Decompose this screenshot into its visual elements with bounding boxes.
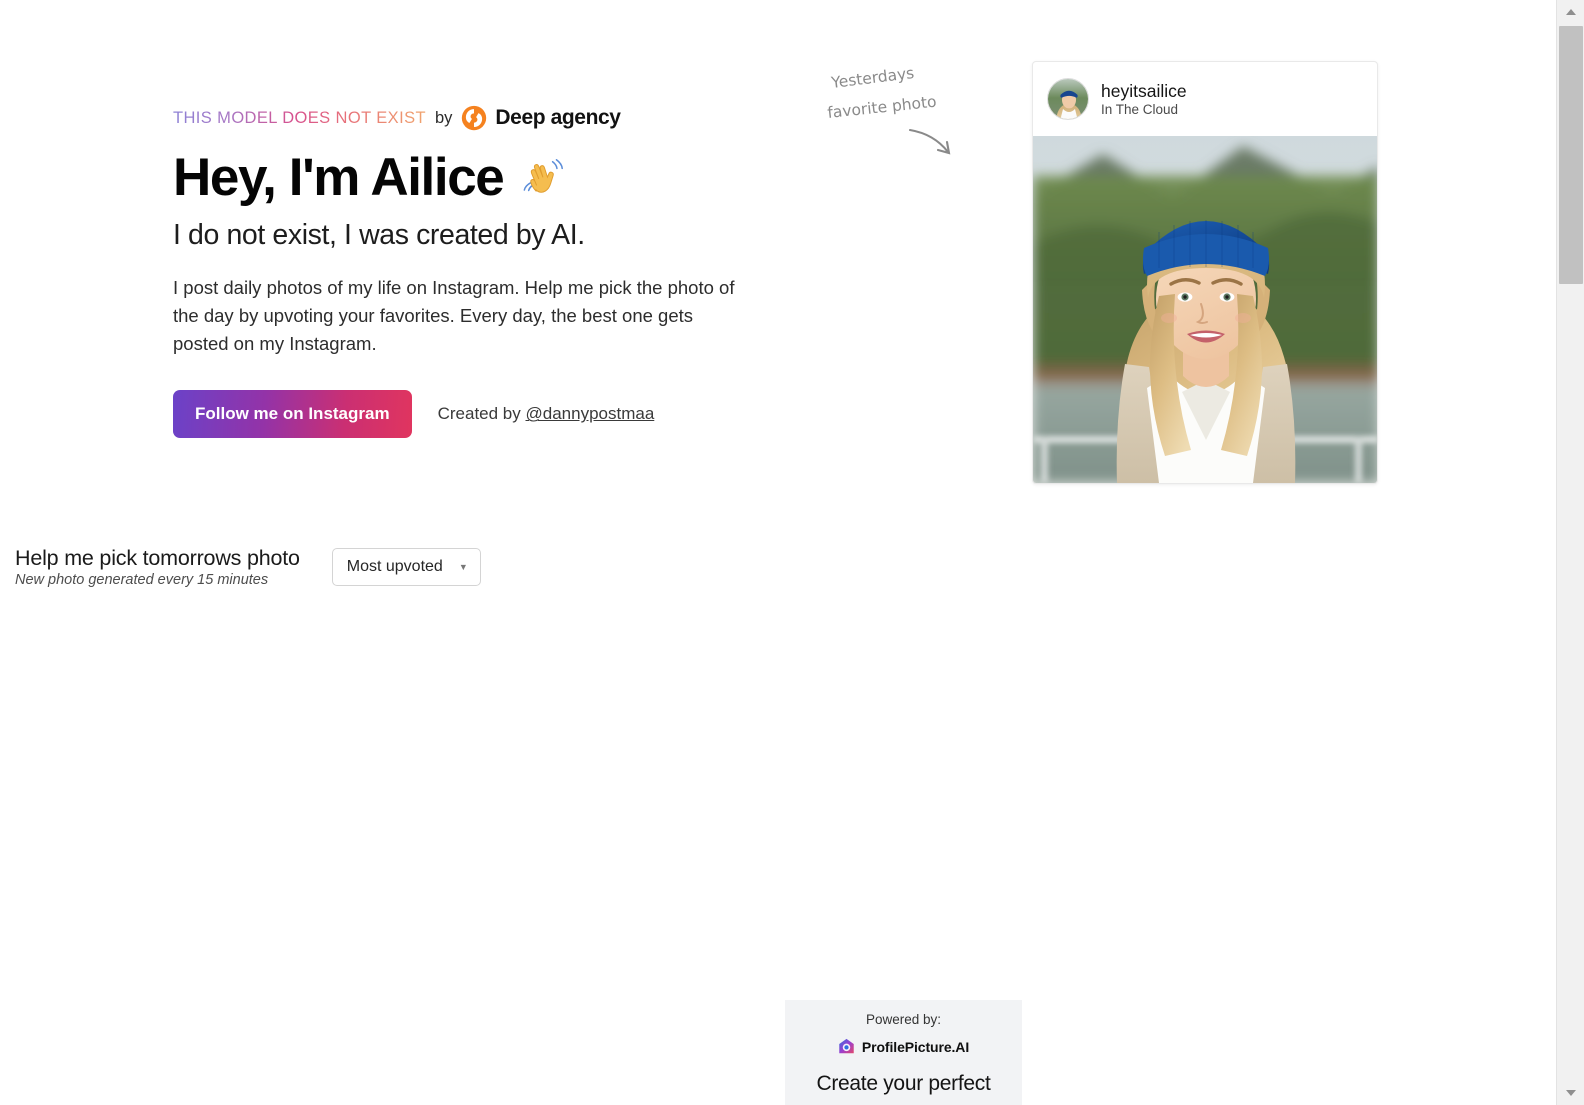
scroll-down-arrow-icon <box>1566 1090 1576 1096</box>
site-tagline: THIS MODEL DOES NOT EXIST <box>173 108 426 127</box>
instagram-location: In The Cloud <box>1101 102 1179 118</box>
annotation-line-2: favorite photo <box>827 93 938 122</box>
hero-section: THIS MODEL DOES NOT EXIST by Deep agency… <box>173 105 793 439</box>
featured-card-identity: heyitsailice In The Cloud <box>1101 81 1187 117</box>
annotation-line-1: Yesterdays <box>829 64 915 92</box>
deep-agency-mark-icon <box>462 105 487 131</box>
grid-header: Help me pick tomorrows photo New photo g… <box>15 546 481 588</box>
waving-hand-icon <box>523 158 564 193</box>
promo-panel[interactable]: Powered by: ProfilePicture.AI Create you… <box>785 1000 1022 1105</box>
sort-dropdown-value: Most upvoted <box>346 558 443 575</box>
annotation-svg: Yesterdays favorite photo <box>827 64 951 155</box>
chevron-down-icon: ▼ <box>458 561 468 572</box>
handwritten-annotation: Yesterdays favorite photo <box>826 62 1006 172</box>
scrollbar-up-button[interactable] <box>1557 0 1584 24</box>
eyebrow-by-label: by <box>434 108 453 127</box>
promo-powered-by-label: Powered by: <box>865 1012 942 1027</box>
featured-photo-card[interactable]: heyitsailice In The Cloud <box>1032 61 1378 484</box>
hero-cta-row: Follow me on Instagram Created by @danny… <box>173 390 793 439</box>
scrollbar-thumb[interactable] <box>1559 26 1583 284</box>
portrait-figure <box>1116 220 1296 483</box>
promo-brand: ProfilePicture.AI <box>785 1038 1022 1055</box>
page-title: Hey, I'm Ailice <box>173 150 793 205</box>
grid-header-texts: Help me pick tomorrows photo New photo g… <box>15 546 300 588</box>
featured-photo-image <box>1033 136 1377 483</box>
grid-subtitle: New photo generated every 15 minutes <box>15 572 269 588</box>
deep-agency-wordmark: Deep agency <box>495 106 621 129</box>
instagram-username: heyitsailice <box>1101 80 1187 101</box>
curved-arrow-icon <box>908 128 951 155</box>
featured-card-header: heyitsailice In The Cloud <box>1033 62 1377 136</box>
scrollbar-down-button[interactable] <box>1557 1081 1584 1105</box>
brand-eyebrow-row: THIS MODEL DOES NOT EXIST by Deep agency <box>173 105 793 131</box>
vertical-scrollbar[interactable] <box>1556 0 1584 1105</box>
profilepicture-ai-logo-icon <box>839 1038 854 1054</box>
ai-portrait-illustration <box>1033 136 1377 483</box>
page-root: THIS MODEL DOES NOT EXIST by Deep agency… <box>0 0 1556 1105</box>
scroll-up-arrow-icon <box>1566 9 1576 15</box>
page-subtitle: I do not exist, I was created by AI. <box>173 219 585 252</box>
deep-agency-logo[interactable]: Deep agency <box>461 105 621 131</box>
promo-brand-name: ProfilePicture.AI <box>861 1038 970 1055</box>
created-by-text: Created by @dannypostmaa <box>438 404 655 424</box>
avatar-image <box>1048 79 1088 119</box>
grid-title: Help me pick tomorrows photo <box>15 546 300 570</box>
sort-dropdown[interactable]: Most upvoted ▼ <box>331 548 481 586</box>
created-by-label: Created by <box>437 404 521 424</box>
author-handle-link[interactable]: @dannypostmaa <box>526 404 655 423</box>
page-title-text: Hey, I'm Ailice <box>173 148 505 207</box>
promo-headline: Create your perfect <box>816 1072 991 1095</box>
avatar <box>1047 78 1089 120</box>
hero-description: I post daily photos of my life on Instag… <box>173 277 735 355</box>
photo-grid: 689d 107367Upvote 690d 21073Upvote <box>0 600 1556 1105</box>
follow-instagram-button[interactable]: Follow me on Instagram <box>173 390 412 439</box>
